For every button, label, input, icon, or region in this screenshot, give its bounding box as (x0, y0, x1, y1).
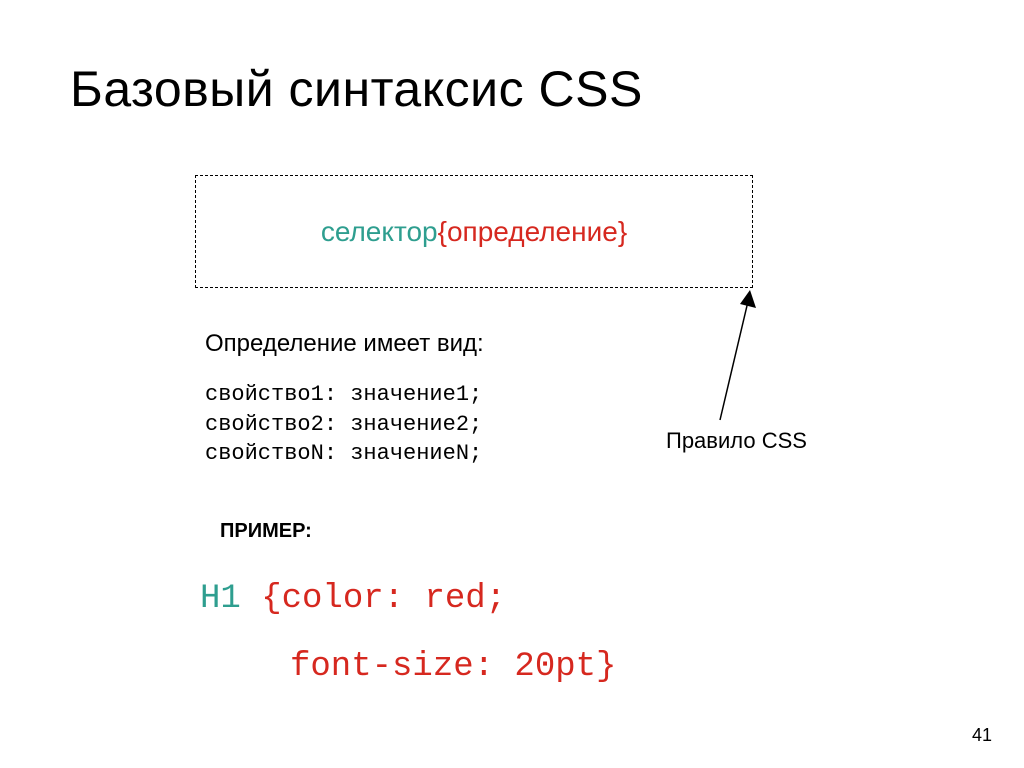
definition-line-1: свойство1: значение1; (205, 380, 482, 410)
syntax-open-brace: { (438, 216, 447, 248)
definition-label: Определение имеет вид: (205, 330, 484, 358)
definition-line-2: свойство2: значение2; (205, 410, 482, 440)
syntax-close-brace: } (618, 216, 627, 248)
slide-title: Базовый синтаксис CSS (70, 60, 954, 118)
example-line-1: {color: red; (241, 580, 506, 618)
example-code: H1 {color: red; font-size: 20pt} (200, 565, 616, 701)
page-number: 41 (972, 725, 992, 746)
css-rule-label: Правило CSS (666, 428, 807, 454)
syntax-rule-box: селектор { определение } (195, 175, 753, 288)
example-selector: H1 (200, 580, 241, 618)
example-label: ПРИМЕР: (220, 520, 312, 543)
syntax-selector: селектор (321, 216, 438, 248)
syntax-definition: определение (447, 216, 618, 248)
definition-line-3: свойствоN: значениеN; (205, 439, 482, 469)
arrow-icon (630, 290, 790, 435)
definition-lines: свойство1: значение1; свойство2: значени… (205, 380, 482, 469)
example-line-2: font-size: 20pt} (200, 633, 616, 701)
slide: Базовый синтаксис CSS селектор { определ… (0, 0, 1024, 768)
